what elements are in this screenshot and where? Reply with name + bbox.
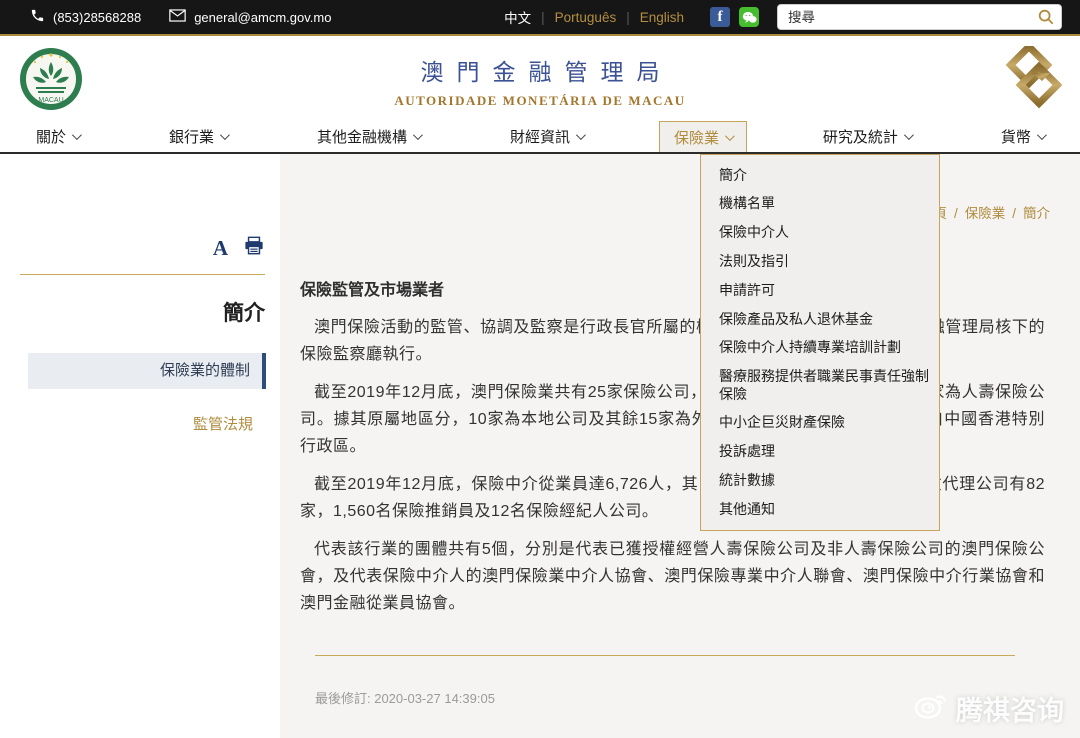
chevron-down-icon [1037, 130, 1047, 140]
sidebar-item-regulations[interactable]: 監管法規 [0, 413, 253, 434]
language-switcher: 中文 | Português | English [504, 7, 684, 27]
amcm-diamond-logo [1002, 46, 1066, 115]
article: 保險監管及市場業者 澳門保險活動的監管、協調及監察是行政長官所屬的權限，而有關職… [280, 154, 1080, 707]
chevron-down-icon [413, 130, 423, 140]
nav-item-currency[interactable]: 貨幣 [987, 121, 1058, 152]
facebook-icon[interactable]: f [710, 7, 730, 27]
nav-item-research-statistics[interactable]: 研究及統計 [809, 121, 925, 152]
article-divider [315, 655, 1015, 656]
dropdown-item-insurance-intermediaries[interactable]: 保險中介人 [719, 224, 939, 242]
site-title-chinese[interactable]: 澳門金融管理局 [13, 53, 1080, 87]
nav-item-banking[interactable]: 銀行業 [155, 121, 241, 152]
breadcrumb-insurance[interactable]: 保險業 [965, 206, 1006, 221]
site-title-portuguese: AUTORIDADE MONETÁRIA DE MACAU [0, 93, 1080, 109]
email-contact[interactable]: general@amcm.gov.mo [169, 9, 331, 25]
phone-number: (853)28568288 [53, 10, 141, 25]
dropdown-item-complaints-handling[interactable]: 投訴處理 [719, 443, 939, 461]
wechat-icon[interactable] [739, 7, 759, 27]
search-input[interactable] [777, 4, 1062, 30]
lang-pt[interactable]: Português [555, 10, 617, 25]
site-title-block: 澳門金融管理局 AUTORIDADE MONETÁRIA DE MACAU [0, 53, 1080, 109]
nav-item-financial-information[interactable]: 財經資訊 [496, 121, 597, 152]
dropdown-item-insurance-products-pension-funds[interactable]: 保險產品及私人退休基金 [719, 311, 939, 329]
weibo-icon [914, 691, 948, 726]
sidebar-item-insurance-system[interactable]: 保險業的體制 [28, 353, 266, 389]
lang-zh[interactable]: 中文 [504, 7, 531, 27]
content-panel: 主頁/保險業/簡介 保險監管及市場業者 澳門保險活動的監管、協調及監察是行政長官… [280, 154, 1080, 738]
watermark: 腾祺咨询 [914, 689, 1064, 728]
chevron-down-icon [220, 130, 230, 140]
dropdown-item-rules-guidelines[interactable]: 法則及指引 [719, 253, 939, 271]
chevron-down-icon [725, 131, 735, 141]
dropdown-item-statistics[interactable]: 統計數據 [719, 472, 939, 490]
page-tools: A [0, 236, 264, 260]
dropdown-item-institutions-list[interactable]: 機構名單 [719, 195, 939, 213]
nav-item-other-financial-institutions[interactable]: 其他金融機構 [303, 121, 434, 152]
site-header: MACAU 澳門金融管理局 AUTORIDADE MONETÁRIA DE MA… [0, 36, 1080, 121]
top-utility-bar: (853)28568288 general@amcm.gov.mo 中文 | P… [0, 0, 1080, 36]
search-icon[interactable] [1037, 8, 1055, 29]
dropdown-item-intro[interactable]: 簡介 [719, 167, 939, 185]
chevron-down-icon [904, 130, 914, 140]
main-navigation: 關於 銀行業 其他金融機構 財經資訊 保險業 研究及統計 貨幣 [0, 121, 1080, 154]
dropdown-item-medical-liability-insurance[interactable]: 醫療服務提供者職業民事責任強制保險 [719, 368, 939, 403]
left-sidebar: A 簡介 保險業的體制 監管法規 [0, 154, 280, 738]
print-icon[interactable] [244, 236, 264, 260]
dropdown-item-application-licensing[interactable]: 申請許可 [719, 282, 939, 300]
font-size-button[interactable]: A [213, 238, 228, 259]
watermark-text: 腾祺咨询 [956, 689, 1064, 728]
sidebar-heading: 簡介 [0, 297, 265, 327]
chevron-down-icon [72, 130, 82, 140]
chevron-down-icon [576, 130, 586, 140]
dropdown-item-other-notices[interactable]: 其他通知 [719, 501, 939, 519]
insurance-dropdown-menu: 簡介 機構名單 保險中介人 法則及指引 申請許可 保險產品及私人退休基金 保險中… [700, 154, 940, 531]
social-links: f [710, 7, 759, 27]
envelope-icon [169, 9, 186, 25]
nav-item-about[interactable]: 關於 [22, 121, 93, 152]
phone-icon [30, 8, 45, 26]
article-paragraph: 代表該行業的團體共有5個，分別是代表已獲授權經營人壽保險公司及非人壽保險公司的澳… [300, 536, 1045, 617]
nav-item-insurance[interactable]: 保險業 [659, 121, 747, 152]
phone-contact: (853)28568288 [30, 8, 141, 26]
page: (853)28568288 general@amcm.gov.mo 中文 | P… [0, 0, 1080, 738]
dropdown-item-cpd-programme[interactable]: 保險中介人持續專業培訓計劃 [719, 339, 939, 357]
search-box [777, 4, 1062, 30]
email-address[interactable]: general@amcm.gov.mo [194, 10, 331, 25]
breadcrumb-intro: 簡介 [1023, 206, 1050, 221]
dropdown-item-sme-catastrophe-property-insurance[interactable]: 中小企巨災財產保險 [719, 414, 939, 432]
lang-en[interactable]: English [640, 10, 684, 25]
sidebar-divider [20, 274, 265, 275]
